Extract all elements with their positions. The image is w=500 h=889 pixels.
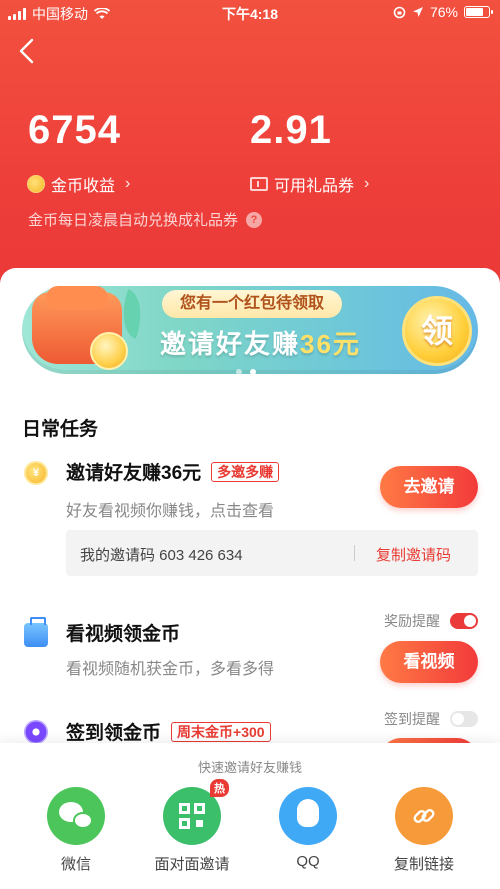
coin-icon — [90, 332, 128, 370]
signin-icon — [24, 720, 48, 744]
coins-label: 金币收益 — [51, 178, 116, 195]
tv-icon — [24, 617, 48, 647]
claim-button[interactable]: 领 — [402, 296, 472, 366]
qq-icon — [279, 787, 337, 845]
share-panel: 快速邀请好友赚钱 微信 热 面对面邀请 QQ 复制链接 — [0, 743, 500, 889]
share-copy-link-label: 复制链接 — [393, 856, 454, 873]
chevron-right-icon: › — [125, 175, 131, 192]
banner-title-amount: 36元 — [300, 329, 361, 359]
share-copy-link[interactable]: 复制链接 — [374, 787, 474, 874]
signin-reminder-row: 签到提醒 — [384, 709, 478, 729]
pagination-dot — [236, 369, 242, 375]
video-task-subtitle: 看视频随机获金币，多看多得 — [66, 661, 275, 678]
invite-task-badge: 多邀多赚 — [211, 461, 280, 482]
vouchers-link[interactable]: 可用礼品券 › — [250, 172, 369, 196]
watch-video-button[interactable]: 看视频 — [380, 641, 478, 683]
signin-task-badge: 周末金币+300 — [171, 721, 271, 742]
header: 中国移动 下午4:18 76% 6754 2.91 金币收益 › 可用礼品券 ›… — [0, 0, 500, 300]
video-task-title: 看视频领金币 — [66, 624, 181, 645]
share-face-to-face[interactable]: 热 面对面邀请 — [142, 779, 242, 874]
battery-percent: 76% — [429, 4, 458, 20]
coins-value: 6754 — [28, 108, 121, 152]
signin-reminder-toggle[interactable] — [450, 711, 478, 727]
invite-button[interactable]: 去邀请 — [380, 466, 478, 508]
banner-pagination — [236, 369, 256, 375]
rotation-lock-icon — [393, 6, 406, 18]
invite-banner[interactable]: 您有一个红包待领取 邀请好友赚36元 领 — [22, 286, 478, 374]
reward-reminder-label: 奖励提醒 — [384, 613, 440, 629]
link-icon — [395, 787, 453, 845]
share-qq[interactable]: QQ — [258, 787, 358, 870]
signin-task-title-row: 签到领金币 周末金币+300 — [66, 718, 271, 745]
battery-icon — [464, 6, 493, 18]
divider — [354, 545, 355, 561]
invite-code-label: 我的邀请码 603 426 634 — [80, 547, 243, 564]
coin-icon: ¥ — [24, 461, 48, 485]
share-qq-label: QQ — [296, 853, 320, 870]
exchange-note-text: 金币每日凌晨自动兑换成礼品券 — [28, 212, 239, 229]
chevron-right-icon: › — [364, 175, 370, 192]
banner-title: 邀请好友赚36元 — [160, 324, 361, 361]
invite-code-box: 我的邀请码 603 426 634 复制邀请码 — [66, 530, 478, 576]
invite-task-subtitle: 好友看视频你赚钱，点击查看 — [66, 503, 275, 520]
copy-code-link[interactable]: 复制邀请码 — [376, 544, 451, 565]
share-face-to-face-label: 面对面邀请 — [154, 856, 230, 873]
help-icon[interactable]: ? — [246, 211, 263, 228]
section-title: 日常任务 — [22, 419, 99, 440]
ticket-icon — [250, 177, 268, 191]
vouchers-label: 可用礼品券 — [274, 178, 355, 195]
exchange-note: 金币每日凌晨自动兑换成礼品券 ? — [28, 209, 263, 230]
signin-reminder-label: 签到提醒 — [384, 711, 440, 727]
reward-reminder-row: 奖励提醒 — [384, 611, 478, 631]
reward-reminder-toggle[interactable] — [450, 613, 478, 629]
signin-task-title: 签到领金币 — [66, 723, 162, 744]
banner-tag: 您有一个红包待领取 — [162, 290, 343, 318]
chevron-left-icon — [19, 38, 34, 64]
qr-code-icon: 热 — [163, 779, 229, 845]
vouchers-value: 2.91 — [250, 108, 332, 152]
coins-link[interactable]: 金币收益 › — [27, 172, 130, 196]
coin-icon — [27, 175, 45, 193]
share-wechat-label: 微信 — [60, 856, 91, 873]
invite-task-title: 邀请好友赚36元 — [66, 463, 202, 484]
wechat-icon — [47, 787, 105, 845]
banner-title-prefix: 邀请好友赚 — [160, 329, 301, 359]
share-panel-title: 快速邀请好友赚钱 — [197, 760, 302, 775]
hot-badge: 热 — [210, 779, 229, 797]
invite-task-title-row: 邀请好友赚36元 多邀多赚 — [66, 458, 280, 485]
status-bar: 中国移动 下午4:18 76% — [0, 0, 500, 26]
share-wechat[interactable]: 微信 — [26, 787, 126, 874]
back-button[interactable] — [14, 34, 42, 68]
pagination-dot-active — [250, 369, 256, 375]
location-icon — [412, 7, 423, 17]
